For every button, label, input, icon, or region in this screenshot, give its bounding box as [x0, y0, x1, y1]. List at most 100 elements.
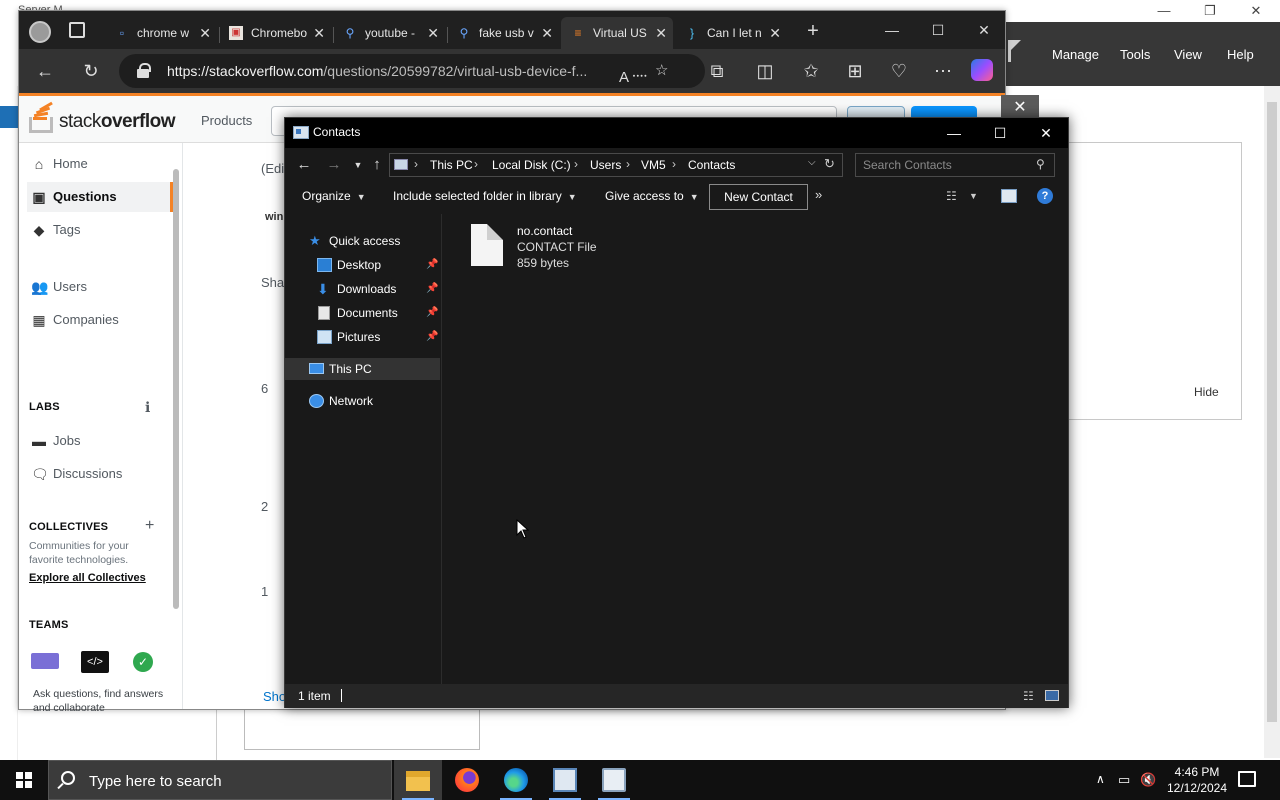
start-button[interactable] [0, 760, 48, 800]
organize-menu[interactable]: Organize ▼ [302, 189, 366, 203]
pin-icon[interactable]: 📌 [426, 278, 438, 300]
pin-icon[interactable]: 📌 [426, 302, 438, 324]
explore-collectives-link[interactable]: Explore all Collectives [29, 572, 146, 584]
chevron-right-icon[interactable]: › [672, 157, 676, 171]
close-icon[interactable]: ✕ [961, 19, 1007, 41]
back-icon[interactable]: ← [295, 156, 313, 174]
favorite-star-icon[interactable]: ☆ [655, 61, 668, 79]
minimize-icon[interactable]: — [869, 19, 915, 41]
chevron-down-icon[interactable]: ⌵ [808, 157, 816, 168]
info-icon[interactable]: ℹ [145, 399, 150, 416]
help-icon[interactable]: ? [1037, 188, 1053, 204]
lock-icon[interactable] [137, 63, 151, 78]
minimize-icon[interactable]: — [1144, 2, 1184, 20]
server-manager-scrollbar[interactable] [1264, 86, 1280, 758]
nav-jobs[interactable]: ▬ Jobs [27, 426, 173, 456]
forward-icon[interactable]: → [325, 156, 343, 174]
products-link[interactable]: Products [201, 113, 252, 128]
stackoverflow-logo[interactable]: stackoverflow [29, 101, 189, 137]
include-in-library-menu[interactable]: Include selected folder in library ▼ [393, 189, 577, 203]
nav-companies[interactable]: ▦ Companies [27, 305, 173, 335]
view-options-dropdown-icon[interactable]: ▼ [969, 191, 985, 205]
menu-view[interactable]: View [1174, 47, 1202, 62]
menu-tools[interactable]: Tools [1120, 47, 1150, 62]
close-tab-icon[interactable]: ✕ [427, 17, 439, 49]
tab-4[interactable]: ⚲ fake usb v ✕ [447, 17, 559, 49]
back-icon[interactable]: ← [33, 59, 57, 83]
taskbar-search-box[interactable]: Type here to search [48, 760, 392, 800]
split-screen-icon[interactable]: ◫ [753, 59, 777, 83]
more-icon[interactable]: ⋯ [931, 59, 955, 83]
chevron-up-icon[interactable]: ∧ [1096, 772, 1105, 786]
minimize-icon[interactable]: — [931, 118, 977, 148]
scrollbar-thumb[interactable] [1267, 102, 1277, 722]
breadcrumb-this-pc[interactable]: This PC [430, 158, 473, 172]
nav-users[interactable]: 👥 Users [27, 272, 173, 302]
breadcrumb-users[interactable]: Users [590, 158, 621, 172]
nav-discussions[interactable]: 🗨 Discussions [27, 459, 173, 489]
plus-icon[interactable]: + [145, 517, 154, 535]
flag-icon[interactable] [1008, 40, 1024, 62]
chevron-right-icon[interactable]: › [474, 157, 478, 171]
notification-icon[interactable] [1238, 771, 1256, 787]
hide-link[interactable]: Hide [1194, 385, 1219, 399]
nav-documents[interactable]: Documents 📌 [285, 302, 440, 324]
maximize-icon[interactable]: ☐ [915, 19, 961, 41]
tab-6[interactable]: } Can I let n ✕ [675, 17, 787, 49]
details-view-icon[interactable]: ☷ [1023, 689, 1034, 703]
pin-icon[interactable]: 📌 [426, 326, 438, 348]
tag-fragment[interactable]: win [265, 211, 283, 223]
give-access-menu[interactable]: Give access to ▼ [605, 189, 699, 203]
recent-locations-icon[interactable]: ▼ [349, 156, 367, 174]
restore-icon[interactable]: ❐ [1190, 2, 1230, 20]
new-tab-icon[interactable]: + [803, 21, 823, 41]
network-status-icon[interactable]: ▭ [1118, 772, 1130, 788]
refresh-icon[interactable]: ↻ [79, 59, 103, 83]
tab-actions-icon[interactable] [69, 22, 85, 38]
taskbar-file-explorer[interactable] [394, 760, 442, 800]
chevron-right-icon[interactable]: › [414, 157, 418, 171]
menu-help[interactable]: Help [1227, 47, 1254, 62]
breadcrumb-contacts[interactable]: Contacts [688, 158, 735, 172]
menu-manage[interactable]: Manage [1052, 47, 1099, 62]
sidebar-scrollbar[interactable] [171, 153, 181, 703]
taskbar-firefox[interactable] [443, 760, 491, 800]
close-tab-icon[interactable]: ✕ [769, 17, 781, 49]
nav-this-pc[interactable]: This PC [285, 358, 440, 380]
collections-icon[interactable]: ⊞ [843, 59, 867, 83]
system-clock[interactable]: 4:46 PM 12/12/2024 [1160, 764, 1234, 796]
taskbar-server-manager[interactable] [541, 760, 589, 800]
nav-network[interactable]: Network [285, 390, 440, 412]
close-tab-icon[interactable]: ✕ [199, 17, 211, 49]
volume-muted-icon[interactable]: 🔇 [1140, 772, 1156, 788]
nav-home[interactable]: ⌂ Home [27, 149, 173, 179]
taskbar-edge[interactable] [492, 760, 540, 800]
address-bar[interactable]: › This PC › Local Disk (C:) › Users › VM… [389, 153, 843, 177]
nav-questions[interactable]: ▣ Questions [27, 182, 173, 212]
tab-5-active[interactable]: ≡ Virtual US ✕ [561, 17, 673, 49]
scrollbar-thumb[interactable] [173, 169, 179, 609]
taskbar-app[interactable] [590, 760, 638, 800]
read-aloud-icon[interactable]: A᠁ [619, 61, 647, 87]
file-item-no-contact[interactable]: no.contact CONTACT File 859 bytes [467, 222, 637, 270]
nav-pictures[interactable]: Pictures 📌 [285, 326, 440, 348]
url-text[interactable]: https://stackoverflow.com/questions/2059… [167, 63, 607, 79]
close-tab-icon[interactable]: ✕ [655, 17, 667, 49]
favorites-icon[interactable]: ✩ [799, 59, 823, 83]
tab-3[interactable]: ⚲ youtube - ✕ [333, 17, 445, 49]
tab-2[interactable]: ▣ Chromebo ✕ [219, 17, 331, 49]
address-bar[interactable]: https://stackoverflow.com/questions/2059… [119, 54, 705, 88]
nav-quick-access[interactable]: ★ Quick access [285, 230, 440, 252]
show-more-fragment[interactable]: Sho [263, 689, 286, 704]
browser-essentials-icon[interactable]: ♡ [887, 59, 911, 83]
maximize-icon[interactable]: ☐ [977, 118, 1023, 148]
search-contacts-input[interactable]: Search Contacts ⚲ [855, 153, 1055, 177]
extensions-icon[interactable]: ⧉ [705, 59, 729, 83]
nav-tags[interactable]: ◆ Tags [27, 215, 173, 245]
close-tab-icon[interactable]: ✕ [541, 17, 553, 49]
breadcrumb-local-disk[interactable]: Local Disk (C:) [492, 158, 571, 172]
up-icon[interactable]: ↑ [368, 156, 386, 174]
more-commands-icon[interactable]: » [815, 187, 822, 202]
large-icons-view-icon[interactable] [1045, 690, 1059, 701]
new-contact-button[interactable]: New Contact [709, 184, 808, 210]
